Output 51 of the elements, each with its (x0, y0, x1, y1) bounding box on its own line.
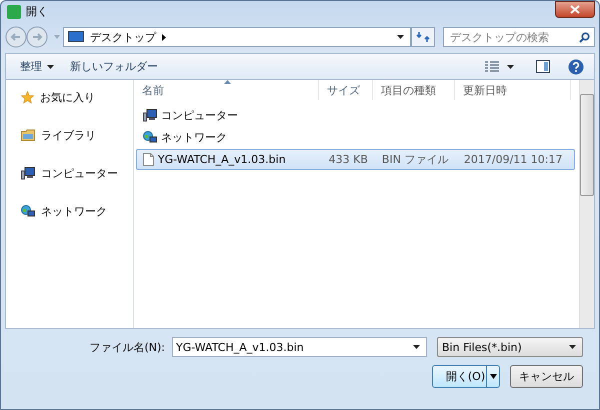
file-row[interactable]: YG-WATCH_A_v1.03.bin 433 KB BIN ファイル 2017/09/11 10:17 (136, 149, 575, 170)
view-list-icon[interactable] (485, 60, 499, 72)
file-name: YG-WATCH_A_v1.03.bin (158, 153, 286, 166)
folder-icon (21, 129, 35, 141)
search-field[interactable]: デスクトップの検索 (443, 27, 595, 47)
caret-icon (47, 64, 54, 68)
open-button[interactable]: 開く(O) (432, 365, 500, 388)
sort-arrow-icon (224, 80, 231, 84)
file-name: ネットワーク (160, 130, 227, 145)
scrollbar[interactable] (578, 80, 594, 328)
refresh-button[interactable] (411, 27, 435, 47)
organize-button[interactable]: 整理 (16, 57, 58, 76)
dropdown-icon[interactable] (397, 35, 404, 39)
dropdown-icon[interactable] (507, 64, 514, 68)
close-icon (570, 5, 580, 14)
computer-icon (21, 166, 35, 180)
file-type: BIN ファイル (380, 152, 450, 167)
star-icon (21, 90, 34, 104)
network-icon (142, 131, 157, 144)
file-row[interactable]: コンピューター (136, 105, 575, 126)
network-icon (21, 204, 35, 218)
sidebar-item[interactable]: ライブラリ (6, 127, 133, 143)
help-icon[interactable] (568, 58, 584, 74)
refresh-icon (416, 31, 430, 43)
file-name: コンピューター (160, 108, 238, 123)
file-size: 433 KB (328, 153, 369, 166)
caret-icon (490, 374, 496, 379)
new-folder-button[interactable]: 新しいフォルダー (66, 57, 162, 76)
caret-icon (569, 345, 576, 349)
filename-label: ファイル名(N): (89, 340, 165, 354)
sidebar-item[interactable]: ネットワーク (6, 203, 133, 219)
cancel-button[interactable]: キャンセル (510, 365, 583, 388)
sidebar-item[interactable]: コンピューター (6, 165, 133, 181)
preview-pane-icon[interactable] (536, 60, 550, 73)
column-header[interactable]: サイズ (318, 80, 373, 100)
filename-field[interactable]: YG-WATCH_A_v1.03.bin (172, 337, 427, 357)
chevron-icon (162, 34, 166, 40)
close-button[interactable] (555, 1, 595, 18)
computer-icon (142, 109, 157, 122)
desktop-icon (68, 31, 84, 43)
column-header[interactable]: 更新日時 (454, 80, 571, 100)
address-bar[interactable]: デスクトップ (63, 27, 411, 47)
sidebar-item[interactable]: お気に入り (6, 89, 133, 105)
file-type-dropdown[interactable]: Bin Files(*.bin) (437, 337, 583, 357)
window-title: 開く (26, 4, 48, 19)
file-icon (142, 153, 154, 166)
dropdown-icon[interactable] (413, 345, 420, 349)
column-header[interactable]: 項目の種類 (372, 80, 455, 100)
file-row[interactable]: ネットワーク (136, 127, 575, 148)
modified-date: 2017/09/11 10:17 (462, 153, 564, 166)
search-icon (579, 32, 590, 42)
